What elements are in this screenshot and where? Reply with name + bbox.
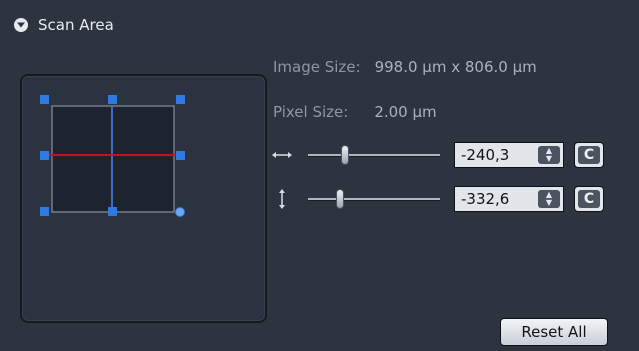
vertical-arrow-icon: [279, 189, 285, 209]
resize-handle-middle-left: [40, 151, 49, 160]
offset-y-spinbox[interactable]: ▲▼: [454, 186, 564, 212]
image-size-label: Image Size:: [273, 58, 361, 76]
rotate-handle: [175, 207, 185, 217]
collapse-chevron-icon[interactable]: [14, 18, 28, 32]
offset-y-stepper[interactable]: ▲ ▼: [538, 190, 560, 208]
section-title: Scan Area: [38, 16, 114, 34]
offset-x-input[interactable]: [455, 143, 538, 167]
pixel-size-info: Pixel Size: 2.00 µm: [273, 103, 437, 121]
scan-area-panel: Scan Area Image Size: 998.0 µm x 806.0 µm…: [0, 0, 639, 351]
scan-area-preview: [20, 74, 267, 323]
offset-y-row: ▲▼ C: [270, 186, 620, 212]
offset-y-input[interactable]: [455, 187, 538, 211]
offset-x-slider-thumb[interactable]: [341, 145, 349, 165]
offset-y-center-button[interactable]: C: [574, 186, 604, 212]
resize-handle-middle-right: [176, 151, 185, 160]
resize-handle-bottom-left: [40, 207, 49, 216]
offset-x-slider-track[interactable]: [308, 154, 440, 156]
reset-all-button[interactable]: Reset All: [500, 318, 608, 346]
offset-x-stepper[interactable]: ▲ ▼: [538, 146, 560, 164]
offset-x-row: ▲▼ C: [270, 142, 620, 168]
horizontal-arrow-icon: [272, 152, 292, 158]
offset-x-center-button[interactable]: C: [574, 142, 604, 168]
resize-handle-top-left: [40, 95, 49, 104]
resize-handle-bottom-center: [108, 207, 117, 216]
image-size-info: Image Size: 998.0 µm x 806.0 µm: [273, 58, 537, 76]
chevron-down-icon[interactable]: ▼: [546, 155, 552, 163]
pixel-size-label: Pixel Size:: [273, 103, 349, 121]
offset-y-slider-track[interactable]: [308, 198, 440, 200]
chevron-down-icon[interactable]: ▼: [546, 199, 552, 207]
resize-handle-top-center: [108, 95, 117, 104]
pixel-size-value: 2.00 µm: [374, 103, 437, 121]
scan-area-header[interactable]: Scan Area: [14, 12, 114, 38]
resize-handle-top-right: [176, 95, 185, 104]
offset-y-slider-thumb[interactable]: [336, 189, 344, 209]
image-size-value: 998.0 µm x 806.0 µm: [374, 58, 537, 76]
offset-x-spinbox[interactable]: ▲▼: [454, 142, 564, 168]
